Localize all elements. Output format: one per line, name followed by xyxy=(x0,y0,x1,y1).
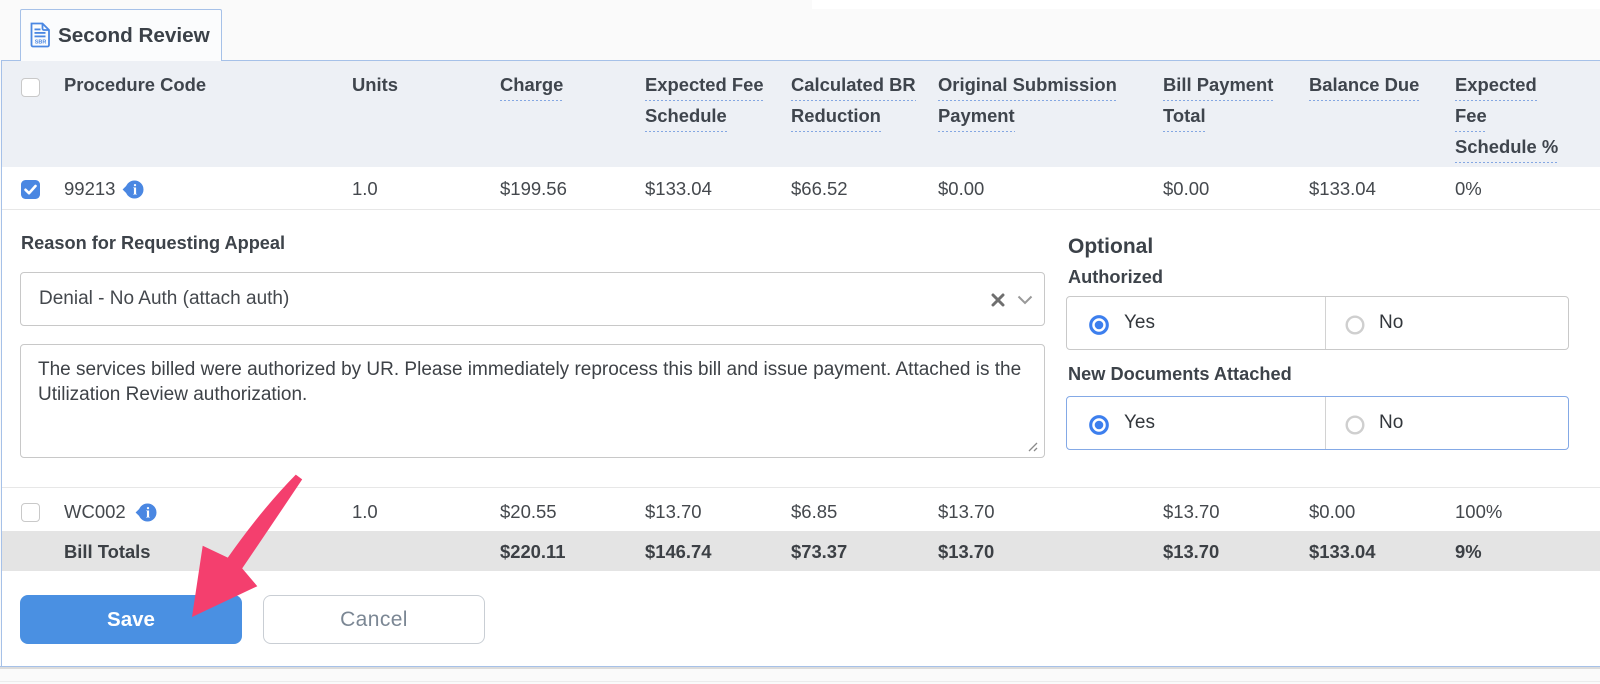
svg-text:i: i xyxy=(133,183,137,199)
svg-text:SBR: SBR xyxy=(35,40,47,46)
svg-text:i: i xyxy=(146,506,150,522)
